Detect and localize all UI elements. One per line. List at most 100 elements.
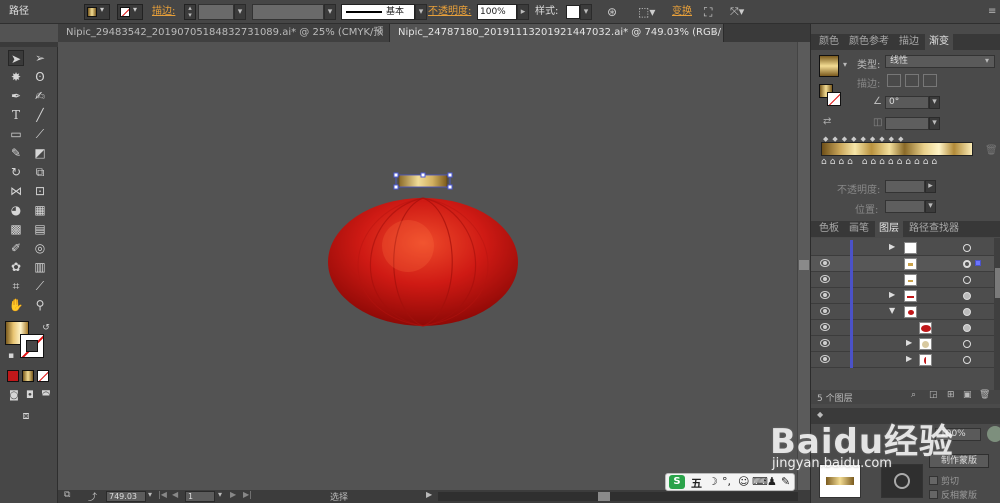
visibility-eye-icon[interactable] [820, 307, 830, 315]
lantern[interactable] [328, 172, 518, 327]
document-tab[interactable]: Nipic_29483542_20190705184832731089.ai* … [58, 24, 390, 56]
new-layer-icon[interactable]: ▣ [963, 390, 972, 400]
line-tool-icon[interactable]: ╱ [32, 107, 48, 123]
draw-normal-icon[interactable]: ◙ [6, 388, 22, 404]
brush-definition[interactable]: 基本 [341, 4, 415, 20]
keyboard-icon[interactable]: ⌨ [752, 475, 768, 488]
target-circle[interactable] [963, 308, 971, 316]
panel-menu-icon[interactable]: ≡ [988, 4, 996, 20]
punctuation-icon[interactable]: °, [722, 475, 731, 488]
stroke-across-icon[interactable] [923, 74, 937, 87]
last-artboard-icon[interactable]: ▶| [243, 490, 252, 499]
align-icon[interactable]: ⬚▾ [638, 4, 655, 20]
blend-tool-icon[interactable]: ◎ [32, 240, 48, 256]
zoom-tool-icon[interactable]: ⚲ [32, 297, 48, 313]
stroke-within-icon[interactable] [887, 74, 901, 87]
selection-tool-icon[interactable]: ➤ [8, 50, 24, 66]
rotate-tool-icon[interactable]: ↻ [8, 164, 24, 180]
rectangle-tool-icon[interactable]: ▭ [8, 126, 24, 142]
scrollbar-thumb[interactable] [799, 260, 809, 270]
collapse-icon[interactable]: ◆ [817, 410, 823, 419]
layer-row[interactable] [811, 272, 994, 288]
pencil-tool-icon[interactable]: ✎ [8, 145, 24, 161]
shape-builder-tool-icon[interactable]: ◕ [8, 202, 24, 218]
transparency-opacity-field[interactable]: 100% [935, 428, 981, 441]
ime-mode-label[interactable]: 五 [691, 475, 702, 491]
artboard-nav-icon[interactable]: ⧉ [64, 490, 70, 500]
stop-position-dropdown[interactable]: ▾ [925, 200, 936, 213]
zoom-field[interactable]: 749.03 [106, 491, 146, 502]
visibility-eye-icon[interactable] [820, 323, 830, 331]
tab-brushes[interactable]: 画笔 [845, 221, 873, 237]
layer-row[interactable]: ▶ [811, 352, 994, 368]
expand-triangle-icon[interactable]: ▶ [906, 354, 912, 363]
horizontal-scrollbar[interactable] [438, 492, 798, 501]
wrench-icon[interactable]: ✎ [781, 475, 790, 488]
style-swatch[interactable] [566, 5, 580, 19]
visibility-eye-icon[interactable] [820, 275, 830, 283]
reverse-gradient-icon[interactable]: ⇄ [823, 116, 831, 127]
stroke-weight-field[interactable] [198, 4, 234, 20]
eraser-tool-icon[interactable]: ◩ [32, 145, 48, 161]
stroke-weight-dropdown[interactable]: ▾ [234, 4, 246, 20]
tools-panel-grip[interactable] [0, 42, 58, 47]
target-circle[interactable] [963, 276, 971, 284]
make-mask-button[interactable]: 制作蒙版 [929, 454, 989, 468]
fill-swatch[interactable]: ▾ [84, 4, 110, 20]
stroke-color-box[interactable] [20, 334, 44, 358]
make-clipping-mask-icon[interactable]: ◲ [929, 390, 938, 400]
chevron-down-icon[interactable]: ▾ [218, 490, 222, 499]
none-mode-icon[interactable] [37, 370, 49, 382]
recolor-icon[interactable]: ⊛ [607, 4, 617, 20]
selection-handle[interactable] [393, 172, 399, 178]
tab-stroke[interactable]: 描边 [895, 34, 923, 50]
tab-layers[interactable]: 图层 [875, 221, 903, 237]
lasso-tool-icon[interactable]: ʘ [32, 69, 48, 85]
perspective-grid-tool-icon[interactable]: ▦ [32, 202, 48, 218]
gradient-stroke-swatch[interactable] [827, 92, 841, 106]
type-tool-icon[interactable]: T [8, 107, 24, 123]
vertical-scrollbar[interactable] [797, 42, 810, 490]
chevron-down-icon[interactable]: ▾ [148, 490, 152, 499]
angle-dropdown[interactable]: ▾ [929, 96, 940, 109]
arrange-icon[interactable]: ⤧▾ [730, 4, 744, 20]
scale-tool-icon[interactable]: ⧉ [32, 164, 48, 180]
gradient-slider[interactable] [821, 142, 973, 156]
gradient-mode-icon[interactable] [22, 370, 34, 382]
ime-logo-icon[interactable]: S [669, 475, 685, 489]
layer-row[interactable]: ▶ [811, 288, 994, 304]
style-dropdown[interactable]: ▾ [580, 4, 592, 20]
curvature-tool-icon[interactable]: ✍ [32, 88, 48, 104]
paintbrush-tool-icon[interactable]: ⟋ [32, 126, 48, 142]
tab-gradient[interactable]: 渐变 [925, 34, 953, 50]
stop-position-field[interactable] [885, 200, 925, 213]
angle-field[interactable]: 0° [885, 96, 929, 109]
expand-triangle-icon[interactable]: ▶ [889, 290, 895, 299]
mesh-tool-icon[interactable]: ▩ [8, 221, 24, 237]
variable-width-field[interactable] [252, 4, 324, 20]
status-menu-icon[interactable]: ▶ [426, 490, 432, 499]
opacity-field[interactable]: 100% [477, 4, 517, 20]
direct-selection-tool-icon[interactable]: ➢ [32, 50, 48, 66]
selection-handle[interactable] [447, 184, 453, 190]
first-artboard-icon[interactable]: |◀ [158, 490, 167, 499]
transform-link[interactable]: 变换 [672, 4, 692, 20]
scrollbar-thumb[interactable] [995, 268, 1000, 298]
collapse-triangle-icon[interactable]: ▼ [889, 306, 895, 315]
document-tab-active[interactable]: Nipic_24787180_20191113201921447032.ai* … [390, 24, 724, 56]
eyedropper-tool-icon[interactable]: ✐ [8, 240, 24, 256]
visibility-eye-icon[interactable] [820, 339, 830, 347]
color-stops[interactable]: ⌂⌂⌂⌂ ⌂⌂⌂⌂⌂⌂⌂⌂⌂ [821, 157, 977, 167]
invert-mask-checkbox[interactable] [929, 490, 938, 499]
aspect-ratio-field[interactable] [885, 117, 929, 130]
stop-opacity-dropdown[interactable]: ▸ [925, 180, 936, 193]
stroke-along-icon[interactable] [905, 74, 919, 87]
user-icon[interactable]: ♟ [767, 475, 777, 488]
gradient-preview-swatch[interactable] [819, 55, 839, 77]
gradient-type-select[interactable]: 线性 [885, 55, 995, 68]
hand-tool-icon[interactable]: ✋ [8, 297, 24, 313]
target-circle[interactable] [963, 244, 971, 252]
tab-swatches[interactable]: 色板 [815, 221, 843, 237]
pen-tool-icon[interactable]: ✒ [8, 88, 24, 104]
trash-icon[interactable]: 🗑 [985, 145, 998, 156]
